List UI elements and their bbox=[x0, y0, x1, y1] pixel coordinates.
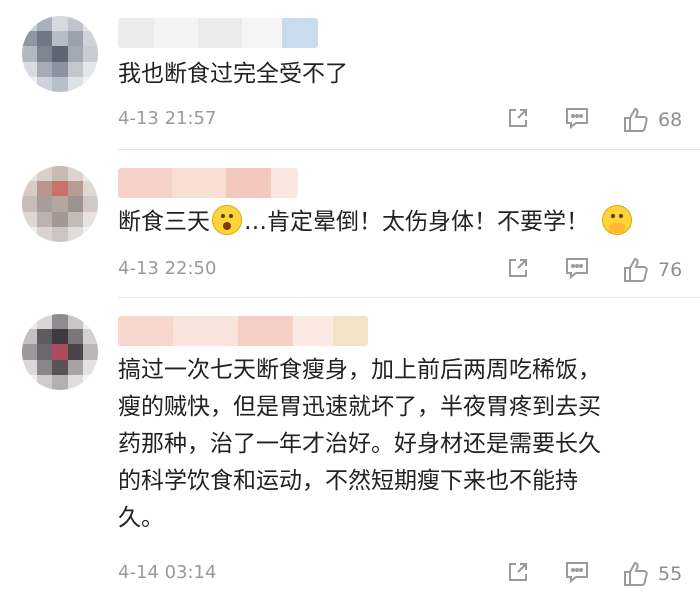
comment-item: 我也断食过完全受不了 4-13 21:57 68 bbox=[0, 0, 700, 150]
comment-time: 4-13 22:50 bbox=[118, 258, 217, 279]
thumbs-up-icon bbox=[624, 561, 648, 586]
comment-meta: 4-14 03:14 55 bbox=[118, 560, 700, 590]
comment-time: 4-13 21:57 bbox=[118, 108, 217, 129]
avatar[interactable] bbox=[22, 314, 98, 390]
share-icon bbox=[509, 259, 527, 277]
comment-item: 断食三天 …肯定晕倒！太伤身体！不要学！ 4-13 22:50 76 bbox=[0, 150, 700, 298]
like-count: 55 bbox=[658, 563, 683, 585]
thumbs-up-icon bbox=[624, 107, 648, 132]
avatar[interactable] bbox=[22, 16, 98, 92]
share-icon bbox=[509, 563, 527, 581]
like-button[interactable]: 55 bbox=[622, 560, 682, 588]
comment-time: 4-14 03:14 bbox=[118, 562, 217, 583]
comment-text: 断食三天 …肯定晕倒！太伤身体！不要学！ bbox=[118, 204, 634, 241]
like-button[interactable]: 76 bbox=[622, 256, 682, 284]
comment-text: 搞过一次七天断食瘦身，加上前后两周吃稀饭， 瘦的贼快，但是胃迅速就坏了，半夜胃疼… bbox=[118, 357, 601, 531]
like-count: 68 bbox=[658, 109, 683, 131]
comment-item: 搞过一次七天断食瘦身，加上前后两周吃稀饭， 瘦的贼快，但是胃迅速就坏了，半夜胃疼… bbox=[0, 298, 700, 595]
comment-icon bbox=[566, 108, 588, 130]
like-count: 76 bbox=[658, 259, 683, 281]
share-icon bbox=[509, 109, 527, 127]
reply-button[interactable] bbox=[564, 256, 590, 280]
username-blurred[interactable] bbox=[118, 18, 318, 48]
avatar[interactable] bbox=[22, 166, 98, 242]
username-blurred[interactable] bbox=[118, 316, 368, 346]
comment-icon bbox=[566, 562, 588, 584]
shocked-face-emoji-icon bbox=[212, 205, 242, 235]
comment-text-part2: …肯定晕倒！太伤身体！不要学！ bbox=[244, 209, 589, 235]
share-button[interactable] bbox=[506, 560, 530, 584]
shush-face-emoji-icon bbox=[602, 205, 633, 235]
comment-text: 我也断食过完全受不了 bbox=[118, 61, 348, 87]
like-button[interactable]: 68 bbox=[622, 106, 682, 134]
comment-icon bbox=[566, 258, 588, 280]
comment-meta: 4-13 21:57 68 bbox=[118, 106, 700, 136]
thumbs-up-icon bbox=[624, 257, 648, 282]
share-button[interactable] bbox=[506, 256, 530, 280]
username-blurred[interactable] bbox=[118, 168, 298, 198]
share-button[interactable] bbox=[506, 106, 530, 130]
reply-button[interactable] bbox=[564, 560, 590, 584]
comment-text-part1: 断食三天 bbox=[118, 209, 210, 235]
comment-meta: 4-13 22:50 76 bbox=[118, 256, 700, 286]
reply-button[interactable] bbox=[564, 106, 590, 130]
